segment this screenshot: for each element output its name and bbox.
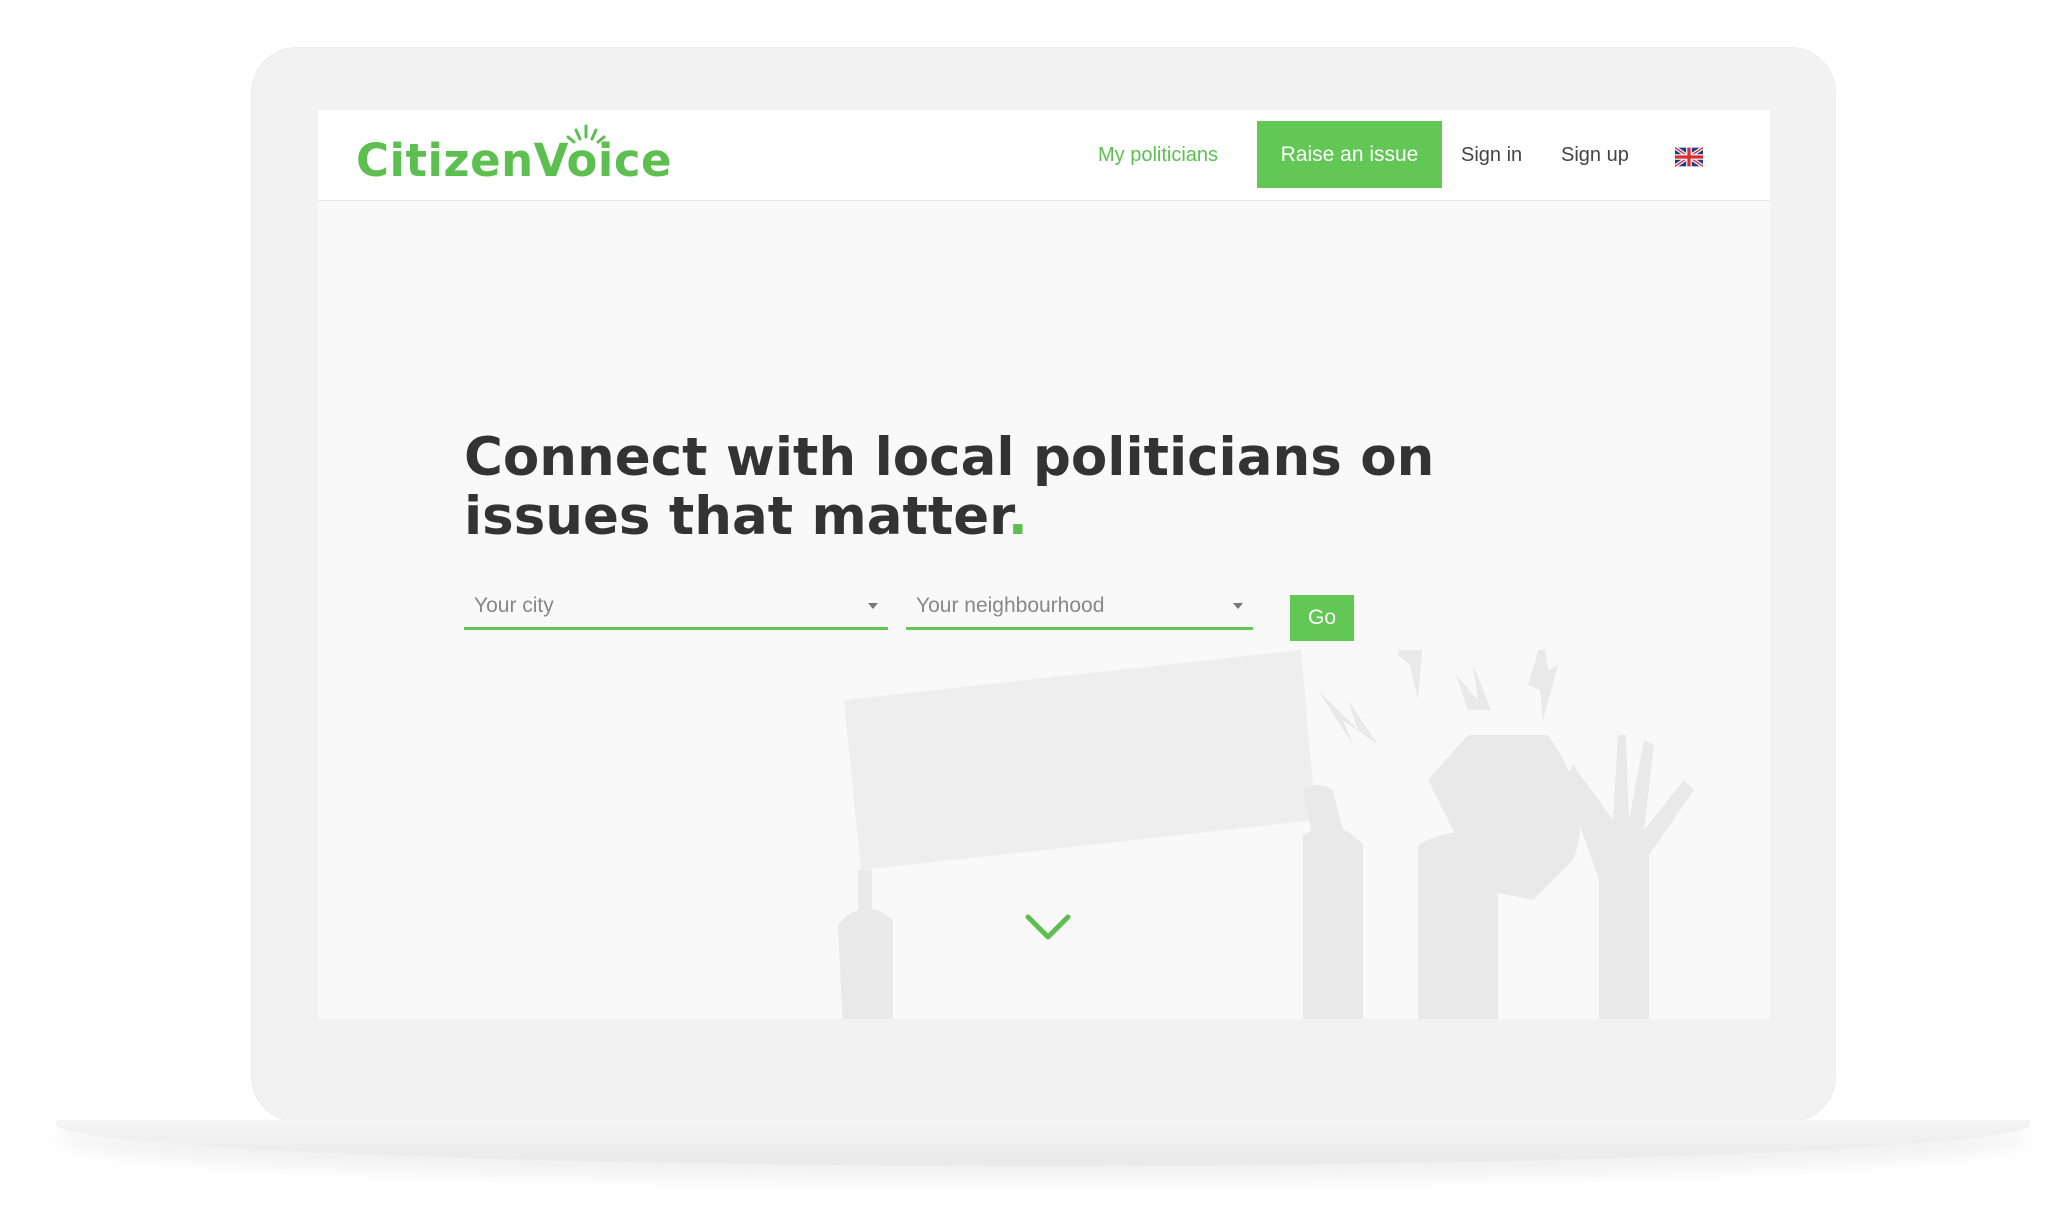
top-navbar: CitizenVoice My politicians Raise an iss… bbox=[318, 110, 1770, 201]
logo-text: CitizenVoice bbox=[356, 134, 673, 187]
laptop-screen: CitizenVoice My politicians Raise an iss… bbox=[318, 110, 1770, 1019]
protest-illustration bbox=[838, 650, 1694, 1019]
hero-headline: Connect with local politicians on issues… bbox=[464, 428, 1444, 546]
uk-flag-icon[interactable] bbox=[1675, 147, 1703, 167]
neighbourhood-select-placeholder: Your neighbourhood bbox=[916, 594, 1105, 617]
sign-in-link[interactable]: Sign in bbox=[1461, 110, 1522, 200]
nav-my-politicians[interactable]: My politicians bbox=[1098, 110, 1218, 200]
go-button[interactable]: Go bbox=[1290, 595, 1354, 641]
neighbourhood-select[interactable]: Your neighbourhood bbox=[906, 585, 1253, 630]
raise-issue-button[interactable]: Raise an issue bbox=[1257, 121, 1442, 188]
chevron-down-icon[interactable] bbox=[1025, 913, 1071, 941]
caret-down-icon bbox=[868, 603, 878, 609]
city-select[interactable]: Your city bbox=[464, 585, 888, 630]
logo[interactable]: CitizenVoice bbox=[356, 124, 673, 196]
caret-down-icon bbox=[1233, 603, 1243, 609]
sign-up-link[interactable]: Sign up bbox=[1561, 110, 1629, 200]
hero-headline-text: Connect with local politicians on issues… bbox=[464, 427, 1435, 547]
megaphone-rays-icon bbox=[566, 124, 606, 144]
laptop-base bbox=[56, 1120, 2030, 1166]
city-select-placeholder: Your city bbox=[474, 594, 554, 617]
headline-accent-dot: . bbox=[1007, 486, 1028, 547]
